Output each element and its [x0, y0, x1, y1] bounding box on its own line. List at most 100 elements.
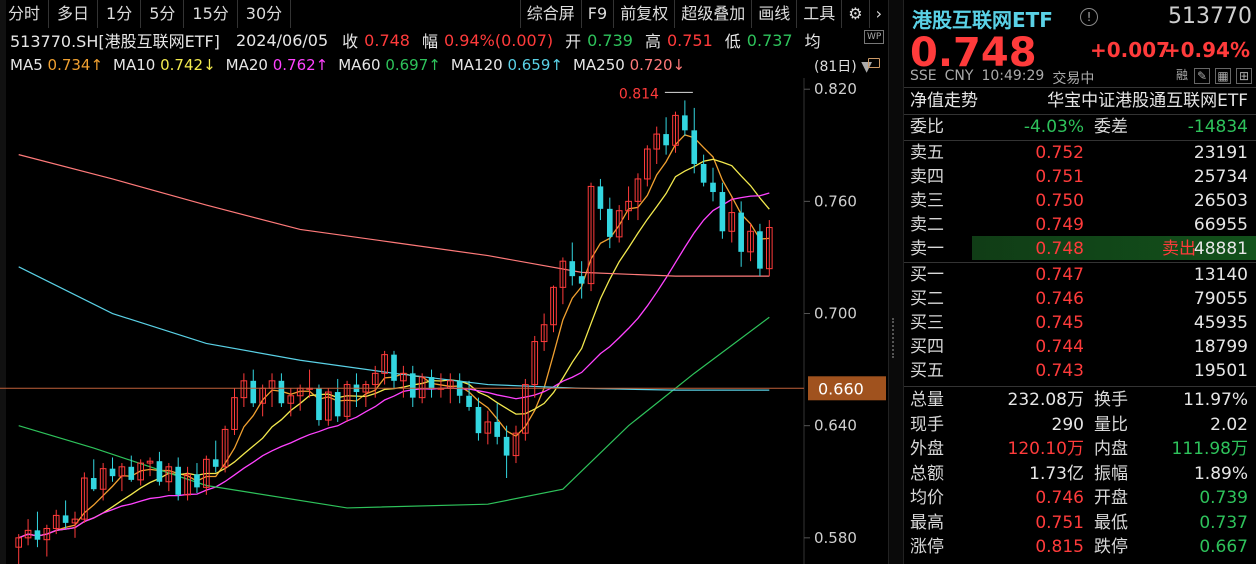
tab-5min[interactable]: 5分: [141, 0, 185, 28]
candle-body-down: [316, 388, 322, 421]
candle-body-down: [90, 478, 97, 490]
candle-body-down: [466, 395, 472, 407]
ma250-item: MA250 0.720↓: [572, 56, 686, 74]
candle-body-down: [719, 192, 726, 232]
bid-row[interactable]: 买四 0.744 18799: [904, 335, 1256, 359]
fund-name: 港股互联网ETF: [912, 8, 1053, 32]
forward-adjust-button[interactable]: 前复权: [613, 0, 674, 28]
candle-body-down: [757, 231, 763, 269]
high-label: 高: [644, 32, 661, 51]
divider-line: [904, 386, 1256, 387]
candle-body-down: [250, 380, 257, 404]
gear-icon[interactable]: ⚙: [841, 0, 868, 28]
open-value: 0.739: [587, 30, 633, 50]
amp-label: 幅: [421, 32, 438, 51]
tab-1min[interactable]: 1分: [98, 0, 142, 28]
currency-label: CNY: [944, 68, 974, 84]
candle-body-down: [606, 208, 613, 237]
ma-legend: MA5 0.734↑ MA10 0.742↓ MA20 0.762↑ MA60 …: [10, 54, 685, 76]
sell-tag: 卖出: [1162, 239, 1196, 259]
candles: [15, 100, 773, 564]
ask-row[interactable]: 卖一 0.748 48881 卖出: [904, 237, 1256, 261]
candle-body-down: [710, 182, 716, 193]
ma120-item: MA120 0.659↑: [450, 56, 563, 74]
low-value: 0.737: [746, 30, 793, 50]
trading-status: 交易中: [1052, 71, 1095, 87]
kline-chart[interactable]: 0.820 0.760 0.700 0.640 0.580 0.660 0.814: [0, 78, 888, 564]
candle-body-down: [156, 461, 163, 482]
tab-multiday[interactable]: 多日: [49, 0, 99, 28]
low-label: 低: [724, 32, 741, 51]
nav-fund-name: 华宝中证港股通互联网ETF: [1047, 91, 1248, 111]
ma250-line: [18, 154, 770, 277]
edit-icon[interactable]: ✎: [1194, 68, 1210, 84]
ask-row[interactable]: 卖三 0.750 26503: [904, 189, 1256, 213]
candle-body-down: [569, 261, 576, 277]
super-overlay-button[interactable]: 超级叠加: [674, 0, 751, 28]
margin-icon[interactable]: 融: [1175, 68, 1189, 82]
lock-icon[interactable]: [868, 58, 880, 68]
tab-15min[interactable]: 15分: [184, 0, 238, 28]
candle-body-down: [503, 436, 510, 456]
drag-handle[interactable]: [892, 318, 900, 358]
fund-code: 513770: [1168, 4, 1252, 29]
price-change: +0.007: [1090, 38, 1171, 62]
panel-divider[interactable]: [888, 0, 904, 564]
candle-body-down: [700, 163, 707, 183]
nav-row[interactable]: 净值走势 华宝中证港股通互联网ETF: [904, 88, 1256, 114]
period-selector[interactable]: (81日) ▼: [814, 56, 872, 76]
y-tick-label: 0.700: [814, 305, 857, 323]
quote-info-line: 513770.SH[港股互联网ETF] 2024/06/05 收 0.748 幅 0…: [10, 29, 821, 52]
open-label: 开: [565, 32, 582, 51]
toolbar-right: 综合屏 F9 前复权 超级叠加 画线 工具 ⚙ ›: [519, 0, 888, 28]
candle-body-down: [128, 466, 135, 480]
bid-row[interactable]: 买三 0.745 45935: [904, 311, 1256, 335]
order-ratio-row: 委比 -4.03% 委差 -14834: [910, 117, 1248, 137]
y-tick-label: 0.580: [814, 529, 857, 547]
bid-row[interactable]: 买一 0.747 13140: [904, 263, 1256, 287]
stat-row[interactable]: 总额 1.73亿 振幅 1.89%: [904, 462, 1256, 486]
wp-badge[interactable]: WP: [864, 30, 885, 44]
current-price-label: 0.660: [818, 379, 864, 398]
y-tick-label: 0.820: [814, 80, 857, 98]
high-value: 0.751: [666, 30, 713, 50]
f9-button[interactable]: F9: [580, 0, 613, 28]
candle-body-down: [194, 474, 200, 488]
stat-row[interactable]: 总量 232.08万 换手 11.97%: [904, 388, 1256, 412]
candle-body-down: [62, 515, 69, 523]
ask-row[interactable]: 卖四 0.751 25734: [904, 165, 1256, 189]
stat-row[interactable]: 现手 290 量比 2.02: [904, 413, 1256, 437]
tools-button[interactable]: 工具: [796, 0, 841, 28]
stat-row[interactable]: 均价 0.746 开盘 0.739: [904, 486, 1256, 510]
tab-30min[interactable]: 30分: [238, 0, 292, 28]
stat-row[interactable]: 涨停 0.815 跌停 0.667: [904, 535, 1256, 559]
candle-body-down: [409, 373, 416, 398]
bid-row[interactable]: 买五 0.743 19501: [904, 359, 1256, 383]
tab-intraday[interactable]: 分时: [0, 0, 50, 28]
candle-body-down: [578, 276, 585, 284]
candle-body-down: [109, 468, 116, 477]
grid-icon[interactable]: ▦: [1215, 68, 1231, 84]
ma5-item: MA5 0.734↑: [10, 56, 104, 74]
composite-screen-button[interactable]: 综合屏: [519, 0, 581, 28]
candle-body-down: [682, 115, 688, 131]
candle-body-down: [175, 466, 182, 495]
chevron-right-icon[interactable]: ›: [868, 0, 888, 28]
ask-row[interactable]: 卖二 0.749 66955: [904, 213, 1256, 237]
stat-row[interactable]: 最高 0.751 最低 0.737: [904, 511, 1256, 535]
symbol-label: 513770.SH[港股互联网ETF]: [10, 32, 220, 51]
period-toolbar: 分时 多日 1分 5分 15分 30分 综合屏 F9 前复权 超级叠加 画线 工…: [0, 0, 888, 28]
max-label: 0.814: [619, 86, 659, 102]
stat-row[interactable]: 外盘 120.10万 内盘 111.98万: [904, 437, 1256, 461]
bid-row[interactable]: 买二 0.746 79055: [904, 287, 1256, 311]
close-label: 收: [342, 32, 359, 51]
draw-line-button[interactable]: 画线: [751, 0, 796, 28]
ask-row[interactable]: 卖五 0.752 23191: [904, 141, 1256, 165]
expand-icon[interactable]: ⊞: [1236, 68, 1252, 84]
date-label: 2024/06/05: [235, 30, 329, 50]
candle-body-down: [428, 377, 435, 389]
quote-panel: 港股互联网ETF ! 513770 0.748 +0.007 +0.94% SS…: [904, 0, 1256, 564]
info-icon[interactable]: !: [1080, 8, 1098, 26]
market-meta: SSE CNY 10:49:29 交易中: [910, 68, 1094, 88]
close-value: 0.748: [364, 30, 410, 50]
